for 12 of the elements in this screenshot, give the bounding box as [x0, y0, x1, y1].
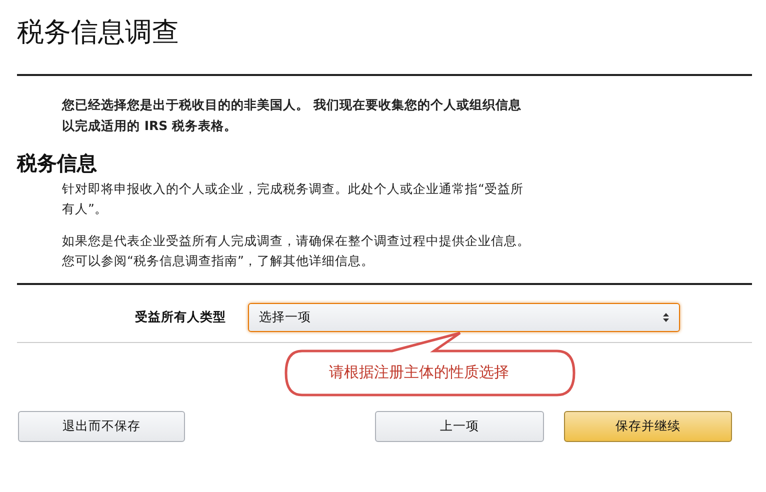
section-paragraph: 如果您是代表企业受益所有人完成调查，请确保在整个调查过程中提供企业信息。您可以参阅“税务信息调查指南”，了解其他详细信息。	[62, 232, 531, 270]
section-paragraph: 针对即将申报收入的个人或企业，完成税务调查。此处个人或企业通常指“受益所有人”。	[62, 180, 524, 218]
form-button[interactable]: 退出而不保存	[18, 411, 185, 442]
page-title: 税务信息调查	[17, 16, 180, 50]
section-heading: 税务信息	[17, 150, 98, 177]
select-field[interactable]: 选择一项	[248, 303, 680, 332]
callout-text: 请根据注册主体的性质选择	[329, 363, 509, 382]
intro-text: 您已经选择您是出于税收目的的非美国人。 我们现在要收集您的个人或组织信息以完成适用的 IRS 税务表格。	[62, 96, 522, 135]
form-button[interactable]: 保存并继续	[564, 411, 732, 442]
form-button[interactable]: 上一项	[375, 411, 544, 442]
caret-icon	[663, 313, 669, 322]
field-label: 受益所有人类型	[134, 309, 227, 326]
